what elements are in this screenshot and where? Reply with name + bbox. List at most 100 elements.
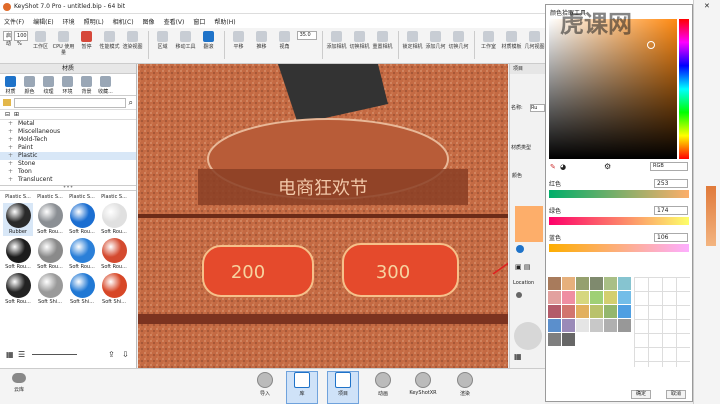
color-swatch[interactable] (562, 277, 575, 290)
color-field[interactable] (549, 19, 677, 159)
toolbar-button[interactable]: 重置相机 (372, 31, 394, 59)
toolbar-button[interactable]: 切换几何 (448, 31, 470, 59)
toolbar-button[interactable]: 平移 (228, 31, 250, 59)
color-swatch[interactable] (576, 305, 589, 318)
bottom-button[interactable]: 库 (286, 371, 318, 404)
material-thumbnail[interactable]: Plastic S... (35, 194, 65, 201)
color-swatch[interactable] (590, 291, 603, 304)
color-swatch[interactable] (548, 291, 561, 304)
color-slider[interactable] (549, 217, 689, 225)
toolbar-button[interactable]: 推移 (251, 31, 273, 59)
material-thumbnail[interactable]: Soft Rou... (67, 238, 97, 271)
color-slider[interactable] (549, 190, 689, 198)
eyedropper-icon[interactable] (516, 245, 524, 253)
toolbar-button[interactable]: 渲染视图 (122, 31, 144, 59)
color-swatch[interactable] (576, 277, 589, 290)
menu-item[interactable]: 查看(V) (164, 17, 185, 26)
material-thumbnail[interactable]: Rubber (3, 203, 33, 236)
expand-icon[interactable]: + (8, 160, 14, 168)
color-tools-icon[interactable]: ▣ ▤ (515, 263, 530, 271)
hue-strip[interactable] (679, 19, 689, 159)
color-swatch[interactable] (548, 333, 561, 346)
color-swatch[interactable] (604, 277, 617, 290)
toolbar-button[interactable]: 添加相机 (326, 31, 348, 59)
slider-value-field[interactable]: 106 (654, 233, 688, 242)
upload-icon[interactable]: ⇪ (108, 350, 115, 359)
color-swatch[interactable] (604, 305, 617, 318)
color-swatch[interactable] (562, 333, 575, 346)
toolbar-button[interactable]: 翻滚 (198, 31, 220, 59)
material-thumbnail[interactable]: Soft Shi... (67, 273, 97, 306)
bottom-button[interactable]: 导入 (250, 372, 280, 397)
color-swatch[interactable] (548, 277, 561, 290)
toolbar-button[interactable]: 移动工具 (175, 31, 197, 59)
expand-icon[interactable]: + (8, 144, 14, 152)
expand-icon[interactable]: + (8, 136, 14, 144)
mode-select[interactable]: 启动 (3, 31, 13, 47)
color-swatch[interactable] (562, 291, 575, 304)
material-thumbnail[interactable]: Soft Shi... (99, 273, 129, 306)
menu-item[interactable]: 文件(F) (4, 17, 24, 26)
fov-field[interactable]: 35.0 (296, 31, 317, 40)
expand-icon[interactable]: + (8, 176, 14, 184)
cloud-library-button[interactable]: 云库 (6, 373, 32, 393)
expand-icon[interactable]: + (8, 128, 14, 136)
library-tab[interactable]: 材质 (2, 76, 19, 95)
color-swatch[interactable] (576, 291, 589, 304)
bottom-button[interactable]: 渲染 (450, 372, 480, 397)
render-viewport[interactable]: 电商狂欢节 200 300 (138, 64, 508, 368)
toolbar-button[interactable]: 暂停 (76, 31, 98, 59)
gear-icon[interactable]: ⚙ (604, 162, 611, 171)
toolbar-button[interactable]: 工作区 (30, 31, 52, 59)
download-icon[interactable]: ⇩ (122, 350, 129, 359)
eyedropper-icon[interactable]: ✎ (550, 163, 556, 171)
color-swatch[interactable] (618, 291, 631, 304)
color-swatch[interactable] (618, 319, 631, 332)
expand-icon[interactable]: + (8, 120, 14, 128)
color-swatch[interactable] (562, 305, 575, 318)
color-swatch[interactable] (548, 319, 561, 332)
cancel-button[interactable]: 取消 (666, 390, 686, 399)
tree-item[interactable]: + Plastic (0, 152, 136, 160)
color-swatch[interactable] (618, 305, 631, 318)
material-thumbnail[interactable]: Soft Rou... (3, 238, 33, 271)
material-thumbnail[interactable]: Soft Rou... (3, 273, 33, 306)
expand-icon[interactable]: + (8, 168, 14, 176)
grid-view-icon[interactable]: ▦ (6, 350, 14, 359)
bottom-button[interactable]: 动画 (368, 372, 398, 397)
material-thumbnail[interactable]: Plastic S... (3, 194, 33, 201)
color-mode-select[interactable]: RGB (650, 162, 688, 171)
color-swatch[interactable] (576, 319, 589, 332)
library-tab[interactable]: 纹理 (40, 76, 57, 95)
toolbar-button[interactable]: 材质模板 (501, 31, 523, 59)
color-swatch[interactable] (604, 319, 617, 332)
color-slider[interactable] (549, 244, 689, 252)
library-tab[interactable]: 环境 (59, 76, 76, 95)
bottom-button[interactable]: KeyShotXR (408, 372, 438, 396)
menu-item[interactable]: 编辑(E) (33, 17, 53, 26)
toolbar-button[interactable]: 区域 (152, 31, 174, 59)
slider-value-field[interactable]: 174 (654, 206, 688, 215)
menu-item[interactable]: 照明(L) (84, 17, 104, 26)
material-thumbnail[interactable]: Soft Rou... (99, 238, 129, 271)
toolbar-button[interactable]: 添加几何 (425, 31, 447, 59)
color-swatch[interactable] (590, 277, 603, 290)
material-thumbnail[interactable]: Soft Rou... (67, 203, 97, 236)
toolbar-button[interactable]: CPU 使用量 (53, 31, 75, 59)
toolbar-button[interactable]: 几何视图 (524, 31, 546, 59)
material-thumbnail[interactable]: Soft Shi... (35, 273, 65, 306)
library-tab[interactable]: 收藏... (97, 76, 114, 95)
collapse-icon[interactable]: ⊟ (5, 111, 10, 118)
expand-icon[interactable]: ⊞ (14, 111, 19, 118)
folder-icon[interactable] (3, 99, 11, 106)
menu-item[interactable]: 图像 (143, 17, 155, 26)
tree-item[interactable]: + Miscellaneous (0, 128, 136, 136)
slider-value-field[interactable]: 253 (654, 179, 688, 188)
search-icon[interactable]: ⌕ (129, 98, 133, 108)
color-preview[interactable] (515, 206, 543, 242)
tree-item[interactable]: + Toon (0, 168, 136, 176)
bottom-button[interactable]: 项目 (327, 371, 359, 404)
menu-item[interactable]: 相机(C) (113, 17, 134, 26)
grid-view-icon[interactable]: ▦ (514, 352, 522, 361)
name-field[interactable]: Ru (530, 104, 545, 112)
